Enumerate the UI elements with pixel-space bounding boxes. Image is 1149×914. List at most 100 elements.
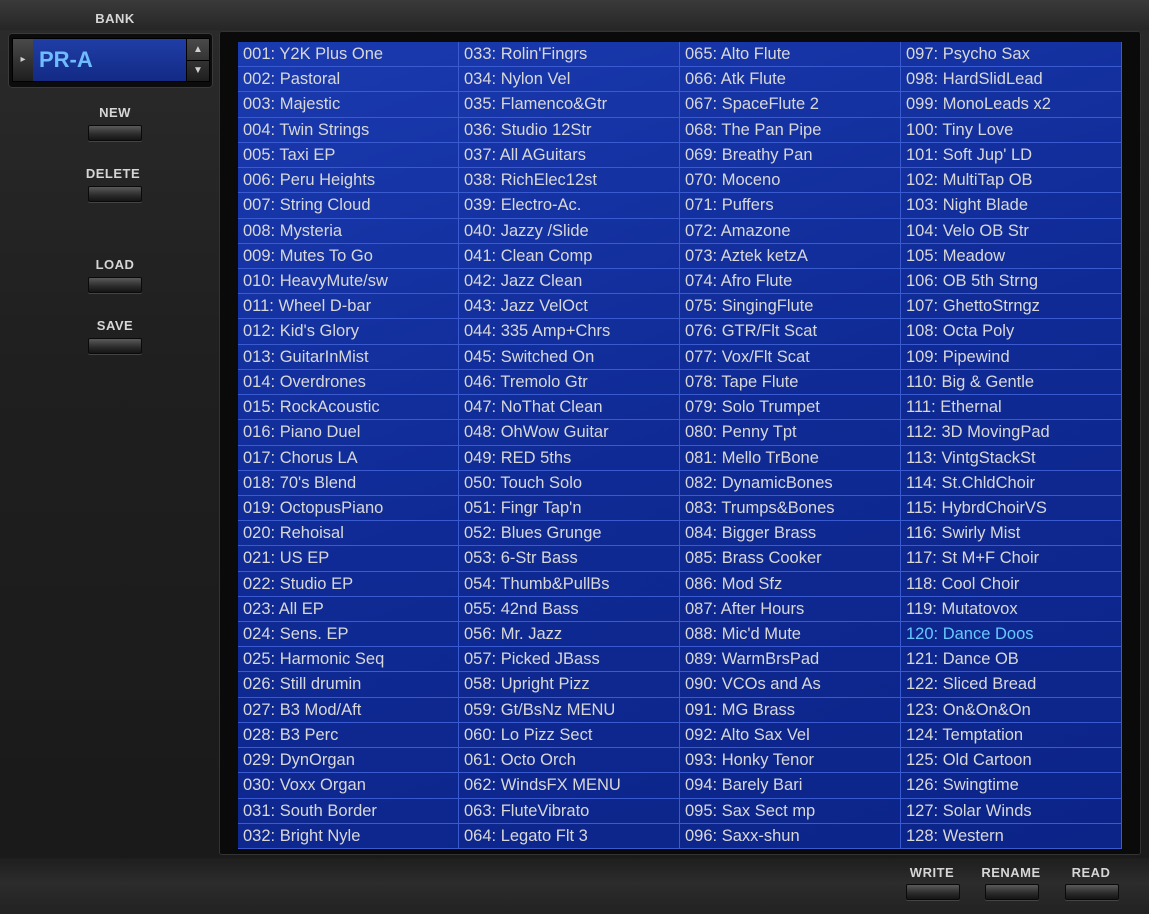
patch-item[interactable]: 040: Jazzy /Slide (459, 218, 680, 244)
patch-item[interactable]: 037: All AGuitars (459, 142, 680, 169)
patch-item[interactable]: 076: GTR/Flt Scat (680, 319, 901, 345)
patch-item[interactable]: 022: Studio EP (238, 571, 459, 597)
patch-item[interactable]: 111: Ethernal (901, 395, 1122, 421)
patch-item[interactable]: 014: Overdrones (238, 369, 459, 396)
patch-item[interactable]: 025: Harmonic Seq (238, 647, 459, 673)
patch-item[interactable]: 090: VCOs and As (680, 672, 901, 698)
patch-item[interactable]: 002: Pastoral (238, 67, 459, 93)
patch-item[interactable]: 126: Swingtime (901, 773, 1122, 799)
patch-item[interactable]: 108: Octa Poly (901, 319, 1122, 345)
patch-item[interactable]: 001: Y2K Plus One (238, 42, 459, 68)
bank-up-arrow-icon[interactable]: ▲ (187, 39, 209, 61)
patch-item[interactable]: 012: Kid's Glory (238, 319, 459, 345)
patch-item[interactable]: 010: HeavyMute/sw (238, 268, 459, 295)
patch-item[interactable]: 069: Breathy Pan (680, 142, 901, 169)
patch-item[interactable]: 064: Legato Flt 3 (459, 823, 680, 849)
patch-item[interactable]: 061: Octo Orch (459, 748, 680, 774)
patch-item[interactable]: 119: Mutatovox (901, 596, 1122, 623)
patch-item[interactable]: 125: Old Cartoon (901, 748, 1122, 774)
new-button[interactable] (88, 125, 142, 141)
patch-item[interactable]: 078: Tape Flute (680, 369, 901, 396)
patch-item-selected[interactable]: 120: Dance Doos (901, 622, 1122, 648)
patch-item[interactable]: 104: Velo OB Str (901, 218, 1122, 244)
patch-item[interactable]: 110: Big & Gentle (901, 369, 1122, 396)
patch-item[interactable]: 099: MonoLeads x2 (901, 92, 1122, 118)
patch-item[interactable]: 027: B3 Mod/Aft (238, 697, 459, 723)
patch-item[interactable]: 122: Sliced Bread (901, 672, 1122, 698)
patch-item[interactable]: 075: SingingFlute (680, 294, 901, 320)
patch-item[interactable]: 091: MG Brass (680, 697, 901, 723)
patch-item[interactable]: 026: Still drumin (238, 672, 459, 698)
patch-item[interactable]: 083: Trumps&Bones (680, 495, 901, 522)
patch-item[interactable]: 081: Mello TrBone (680, 445, 901, 471)
load-button[interactable] (88, 277, 142, 293)
patch-item[interactable]: 097: Psycho Sax (901, 42, 1122, 68)
patch-item[interactable]: 062: WindsFX MENU (459, 773, 680, 799)
save-button[interactable] (88, 338, 142, 354)
patch-item[interactable]: 100: Tiny Love (901, 117, 1122, 143)
patch-item[interactable]: 127: Solar Winds (901, 798, 1122, 824)
patch-item[interactable]: 079: Solo Trumpet (680, 395, 901, 421)
patch-item[interactable]: 068: The Pan Pipe (680, 117, 901, 143)
patch-item[interactable]: 116: Swirly Mist (901, 521, 1122, 547)
patch-item[interactable]: 053: 6-Str Bass (459, 546, 680, 572)
patch-item[interactable]: 080: Penny Tpt (680, 420, 901, 446)
rename-button[interactable] (985, 884, 1039, 900)
patch-item[interactable]: 055: 42nd Bass (459, 596, 680, 623)
patch-item[interactable]: 128: Western (901, 823, 1122, 849)
patch-item[interactable]: 029: DynOrgan (238, 748, 459, 774)
patch-item[interactable]: 101: Soft Jup' LD (901, 142, 1122, 169)
patch-item[interactable]: 050: Touch Solo (459, 470, 680, 496)
patch-item[interactable]: 107: GhettoStrngz (901, 294, 1122, 320)
patch-item[interactable]: 034: Nylon Vel (459, 67, 680, 93)
patch-item[interactable]: 074: Afro Flute (680, 268, 901, 295)
patch-item[interactable]: 094: Barely Bari (680, 773, 901, 799)
patch-item[interactable]: 114: St.ChldChoir (901, 470, 1122, 496)
patch-item[interactable]: 072: Amazone (680, 218, 901, 244)
patch-item[interactable]: 035: Flamenco&Gtr (459, 92, 680, 118)
patch-item[interactable]: 067: SpaceFlute 2 (680, 92, 901, 118)
patch-item[interactable]: 032: Bright Nyle (238, 823, 459, 849)
patch-item[interactable]: 011: Wheel D-bar (238, 294, 459, 320)
patch-item[interactable]: 018: 70's Blend (238, 470, 459, 496)
patch-item[interactable]: 065: Alto Flute (680, 42, 901, 68)
patch-item[interactable]: 086: Mod Sfz (680, 571, 901, 597)
patch-item[interactable]: 013: GuitarInMist (238, 344, 459, 370)
patch-item[interactable]: 051: Fingr Tap'n (459, 495, 680, 522)
patch-item[interactable]: 085: Brass Cooker (680, 546, 901, 572)
patch-item[interactable]: 092: Alto Sax Vel (680, 722, 901, 749)
patch-item[interactable]: 066: Atk Flute (680, 67, 901, 93)
patch-item[interactable]: 028: B3 Perc (238, 722, 459, 749)
patch-item[interactable]: 023: All EP (238, 596, 459, 623)
patch-item[interactable]: 073: Aztek ketzA (680, 243, 901, 269)
patch-item[interactable]: 054: Thumb&PullBs (459, 571, 680, 597)
patch-item[interactable]: 021: US EP (238, 546, 459, 572)
patch-item[interactable]: 008: Mysteria (238, 218, 459, 244)
patch-item[interactable]: 098: HardSlidLead (901, 67, 1122, 93)
patch-item[interactable]: 033: Rolin'Fingrs (459, 42, 680, 68)
patch-item[interactable]: 115: HybrdChoirVS (901, 495, 1122, 522)
patch-item[interactable]: 006: Peru Heights (238, 168, 459, 194)
patch-item[interactable]: 058: Upright Pizz (459, 672, 680, 698)
patch-item[interactable]: 063: FluteVibrato (459, 798, 680, 824)
patch-item[interactable]: 102: MultiTap OB (901, 168, 1122, 194)
patch-item[interactable]: 084: Bigger Brass (680, 521, 901, 547)
patch-item[interactable]: 020: Rehoisal (238, 521, 459, 547)
patch-item[interactable]: 082: DynamicBones (680, 470, 901, 496)
patch-item[interactable]: 005: Taxi EP (238, 142, 459, 169)
patch-item[interactable]: 095: Sax Sect mp (680, 798, 901, 824)
patch-item[interactable]: 106: OB 5th Strng (901, 268, 1122, 295)
patch-item[interactable]: 118: Cool Choir (901, 571, 1122, 597)
patch-item[interactable]: 123: On&On&On (901, 697, 1122, 723)
patch-item[interactable]: 038: RichElec12st (459, 168, 680, 194)
patch-item[interactable]: 113: VintgStackSt (901, 445, 1122, 471)
patch-item[interactable]: 057: Picked JBass (459, 647, 680, 673)
patch-item[interactable]: 103: Night Blade (901, 193, 1122, 219)
write-button[interactable] (906, 884, 960, 900)
patch-item[interactable]: 017: Chorus LA (238, 445, 459, 471)
patch-item[interactable]: 036: Studio 12Str (459, 117, 680, 143)
patch-item[interactable]: 009: Mutes To Go (238, 243, 459, 269)
patch-item[interactable]: 049: RED 5ths (459, 445, 680, 471)
patch-item[interactable]: 016: Piano Duel (238, 420, 459, 446)
patch-item[interactable]: 088: Mic'd Mute (680, 622, 901, 648)
